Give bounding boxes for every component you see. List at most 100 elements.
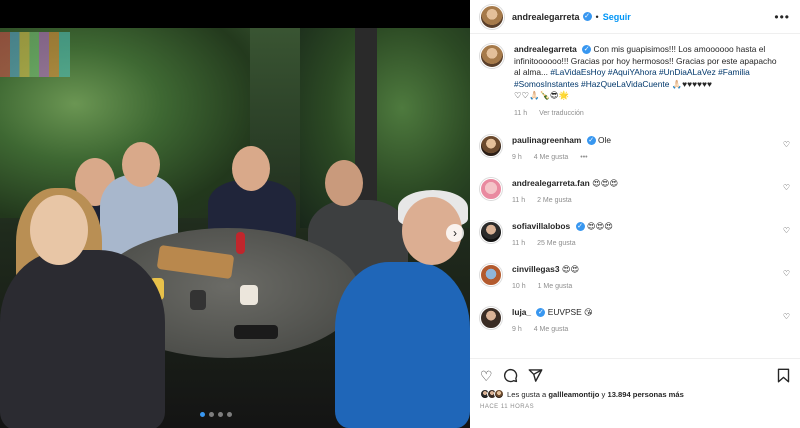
likes-text: Les gusta a gallleamontijo y 13.894 pers… — [507, 390, 684, 399]
action-bar: ♡ — [480, 359, 790, 393]
comment-username[interactable]: cinvillegas3 — [512, 264, 560, 274]
hashtag-link[interactable]: #Familia — [718, 67, 750, 77]
comment-likes[interactable]: 25 Me gusta — [537, 240, 576, 247]
comment-text: Ole — [598, 134, 612, 145]
verified-icon: ✓ — [586, 135, 596, 145]
comment-meta: 9 h 4 Me gusta — [512, 324, 774, 335]
hashtag-link[interactable]: #LaVidaEsHoy — [550, 67, 605, 77]
caption-emojis-inline: 🙏🏻♥♥♥♥♥♥ — [671, 78, 712, 89]
carousel-dot — [218, 412, 223, 417]
comment-text: 😍😍😍 — [592, 177, 619, 188]
post-photo[interactable]: › — [0, 0, 470, 428]
author-username[interactable]: andrealegarreta — [512, 12, 580, 22]
comment-item: sofiavillalobos ✓ 😍😍😍 11 h 25 Me gusta ♡ — [480, 220, 790, 249]
photo-phone — [234, 325, 278, 339]
hashtag-link[interactable]: #SomosInstantes — [514, 79, 579, 89]
comment-username[interactable]: sofiavillalobos — [512, 221, 570, 231]
photo-head-1 — [30, 195, 88, 265]
bookmark-icon[interactable] — [777, 368, 790, 385]
heart-icon[interactable]: ♡ — [783, 183, 790, 192]
photo-head-3 — [122, 142, 160, 187]
comment-text: 😍😍😍 — [586, 220, 614, 231]
comment-time: 9 h — [512, 325, 522, 333]
photo-candle — [240, 285, 258, 305]
chevron-right-icon[interactable]: › — [446, 224, 464, 242]
verified-icon: ✓ — [582, 12, 592, 21]
more-icon[interactable]: ••• — [774, 10, 790, 24]
comment-username[interactable]: andrealegarreta.fan — [512, 178, 590, 188]
hashtag-link[interactable]: #UnDiaALaVez — [659, 67, 716, 77]
follow-button[interactable]: Seguir — [603, 12, 631, 22]
photo-letterbox — [0, 0, 470, 28]
carousel-dot — [209, 412, 214, 417]
carousel-dot — [200, 412, 205, 417]
photo-person-6 — [335, 262, 470, 428]
caption-body: andrealegarreta ✓ Con mis guapisimos!!! … — [514, 44, 784, 120]
post-sidebar: andrealegarreta ✓ • Seguir ••• andrealeg… — [470, 0, 800, 428]
comment-item: andrealegarreta.fan 😍😍😍 11 h 2 Me gusta … — [480, 177, 790, 206]
comment-item: luja_ ✓ EUVPSE 😘 9 h 4 Me gusta ♡ — [480, 306, 790, 335]
hashtag-link[interactable]: #AquiYAhora — [608, 67, 657, 77]
comment-time: 10 h — [512, 282, 526, 290]
comment-body: cinvillegas3 😍😍 10 h 1 Me gusta — [512, 264, 774, 292]
comment-icon[interactable] — [503, 368, 518, 385]
heart-icon[interactable]: ♡ — [783, 312, 790, 321]
see-translation-link[interactable]: Ver traducción — [539, 110, 584, 117]
photo-stained-glass — [0, 32, 70, 77]
caption-emojis-line: ♡♡🙏🏻🍾😎🌟 — [514, 90, 570, 101]
comment-username[interactable]: paulinagreenham — [512, 135, 581, 145]
comment-likes[interactable]: 1 Me gusta — [538, 283, 573, 290]
avatar[interactable] — [480, 134, 502, 157]
comment-item: cinvillegas3 😍😍 10 h 1 Me gusta ♡ — [480, 263, 790, 292]
comment-item: paulinagreenham ✓ Ole 9 h 4 Me gusta •••… — [480, 134, 790, 163]
liker-username[interactable]: gallleamontijo — [548, 390, 599, 399]
avatar[interactable] — [480, 220, 502, 243]
photo-head-5 — [325, 160, 363, 206]
comment-body: andrealegarreta.fan 😍😍😍 11 h 2 Me gusta — [512, 178, 774, 206]
comment-meta: 11 h 2 Me gusta — [512, 195, 774, 206]
hashtag-link[interactable]: #HazQueLaVidaCuente — [581, 79, 669, 89]
more-icon[interactable]: ••• — [580, 154, 587, 161]
comment-body: luja_ ✓ EUVPSE 😘 9 h 4 Me gusta — [512, 307, 774, 335]
heart-icon[interactable]: ♡ — [783, 140, 790, 149]
comment-likes[interactable]: 4 Me gusta — [534, 326, 569, 333]
photo-person-1 — [0, 250, 165, 428]
post-footer: ♡ Les gusta a gallleamontijo y 13.894 pe… — [470, 358, 800, 410]
comment-likes[interactable]: 2 Me gusta — [537, 197, 572, 204]
avatar[interactable] — [480, 263, 502, 286]
likes-summary[interactable]: Les gusta a gallleamontijo y 13.894 pers… — [480, 389, 790, 399]
comment-body: paulinagreenham ✓ Ole 9 h 4 Me gusta ••• — [512, 135, 774, 163]
avatar[interactable] — [480, 4, 504, 29]
comment-username[interactable]: luja_ — [512, 307, 531, 317]
post-date: HACE 11 HORAS — [480, 404, 535, 410]
likes-count[interactable]: 13.894 personas más — [607, 390, 683, 399]
photo-cup — [190, 290, 206, 310]
avatar — [494, 389, 504, 399]
share-icon[interactable] — [528, 368, 543, 385]
comment-likes[interactable]: 4 Me gusta — [534, 154, 569, 161]
comment-text: EUVPSE 😘 — [547, 306, 593, 317]
avatar[interactable] — [480, 44, 504, 68]
verified-icon: ✓ — [575, 221, 585, 231]
carousel-dot — [227, 412, 232, 417]
comments-list: andrealegarreta ✓ Con mis guapisimos!!! … — [470, 34, 800, 335]
post-header: andrealegarreta ✓ • Seguir ••• — [470, 0, 800, 34]
carousel-dots — [200, 412, 232, 417]
comment-body: sofiavillalobos ✓ 😍😍😍 11 h 25 Me gusta — [512, 221, 774, 249]
photo-head-4 — [232, 146, 270, 191]
heart-icon[interactable]: ♡ — [480, 369, 493, 383]
instagram-post-view: › andrealegarreta ✓ • Seguir ••• andreal… — [0, 0, 800, 428]
likes-prefix: Les gusta a — [507, 389, 549, 399]
avatar[interactable] — [480, 306, 502, 329]
verified-icon: ✓ — [536, 307, 546, 317]
heart-icon[interactable]: ♡ — [783, 269, 790, 278]
caption: andrealegarreta ✓ Con mis guapisimos!!! … — [480, 44, 790, 120]
caption-meta: 11 h Ver traducción — [514, 108, 784, 120]
caption-username[interactable]: andrealegarreta — [514, 44, 577, 54]
comment-time: 9 h — [512, 153, 522, 161]
separator-dot: • — [595, 11, 599, 22]
avatar[interactable] — [480, 177, 502, 200]
photo-can — [236, 232, 245, 254]
comment-text: 😍😍 — [561, 263, 580, 274]
heart-icon[interactable]: ♡ — [783, 226, 790, 235]
